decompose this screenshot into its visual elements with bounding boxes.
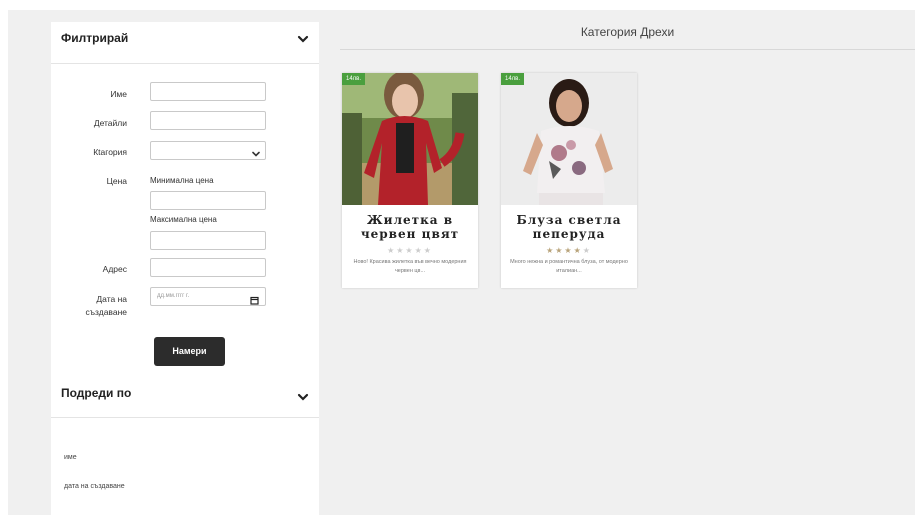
max-price-label: Максимална цена [150, 215, 217, 224]
max-price-input[interactable] [150, 231, 266, 250]
star-icon: ★ [387, 246, 397, 255]
name-input[interactable] [150, 82, 266, 101]
filter-header[interactable]: Филтрирай [51, 22, 319, 64]
star-icon: ★ [582, 246, 592, 255]
category-select[interactable] [150, 141, 266, 160]
category-label: Кtагория [93, 147, 127, 157]
date-placeholder: дд.мм.гггг г. [157, 293, 190, 299]
chevron-down-icon[interactable] [296, 32, 310, 46]
product-title[interactable]: Блуза светла пеперуда [505, 213, 633, 241]
filter-title: Филтрирай [61, 31, 129, 45]
calendar-icon[interactable] [250, 292, 259, 310]
name-label: Име [110, 89, 127, 99]
chevron-down-icon [251, 146, 261, 164]
price-label: Цена [106, 176, 127, 186]
category-title: Категория Дрехи [580, 25, 675, 39]
details-input[interactable] [150, 111, 266, 130]
min-price-input[interactable] [150, 191, 266, 210]
address-label: Адрес [102, 264, 127, 274]
star-icon: ★ [573, 246, 583, 255]
filter-sidebar: Филтрирай Име Детайли Кtагория Цена Мини… [51, 22, 319, 515]
sort-title: Подреди по [61, 386, 132, 400]
address-input[interactable] [150, 258, 266, 277]
category-header: Категория Дрехи [340, 10, 915, 50]
product-image[interactable]: 14лв. [342, 73, 478, 205]
date-input[interactable]: дд.мм.гггг г. [150, 287, 266, 306]
product-description: Ново! Красива жилетка във вечно модерния… [353, 259, 467, 274]
search-button[interactable]: Намери [154, 337, 225, 366]
product-card[interactable]: 14лв. Жилетка в червен цвят ★★★★★ Ново! … [342, 73, 478, 288]
price-badge: 14лв. [342, 73, 366, 85]
product-title[interactable]: Жилетка в червен цвят [346, 213, 474, 241]
star-icon: ★ [564, 246, 574, 255]
star-icon: ★ [546, 246, 556, 255]
star-icon: ★ [414, 246, 424, 255]
min-price-label: Минимална цена [150, 176, 214, 185]
page: Филтрирай Име Детайли Кtагория Цена Мини… [0, 0, 915, 515]
sort-option-name[interactable]: име [64, 454, 77, 461]
star-icon: ★ [423, 246, 433, 255]
date-label: Дата на създаване [85, 294, 127, 317]
product-image[interactable]: 14лв. [501, 73, 637, 205]
details-label: Детайли [93, 118, 127, 128]
chevron-down-icon[interactable] [296, 390, 310, 404]
product-description: Много нежна и романтична блуза, от модер… [510, 259, 628, 274]
sort-option-date[interactable]: дата на създаване [64, 483, 125, 490]
rating-stars: ★★★★★ [501, 246, 637, 255]
star-icon: ★ [405, 246, 415, 255]
product-card[interactable]: 14лв. Блуза светла пеперуда ★★★★★ Много … [501, 73, 637, 288]
sort-header[interactable]: Подреди по [51, 378, 319, 418]
price-badge: 14лв. [501, 73, 525, 85]
rating-stars: ★★★★★ [342, 246, 478, 255]
